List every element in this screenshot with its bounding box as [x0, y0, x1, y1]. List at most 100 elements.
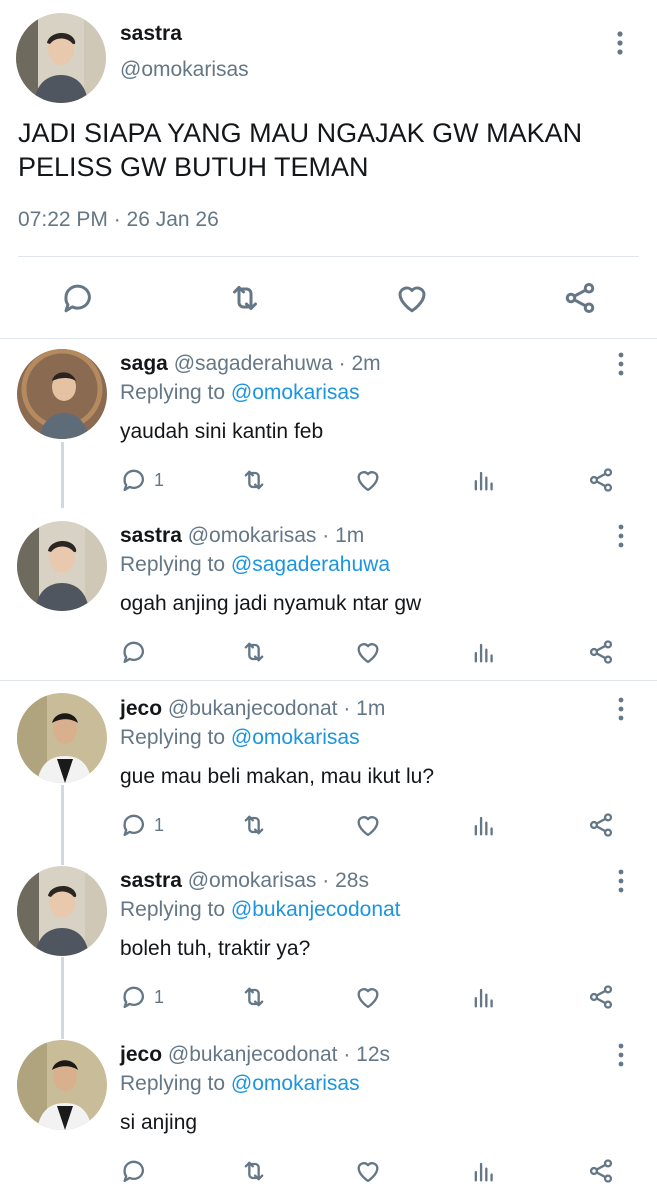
reply-text: boleh tuh, traktir ya?: [120, 937, 311, 960]
reply-text: gue mau beli makan, mau ikut lu?: [120, 765, 435, 788]
retweet-button[interactable]: [240, 1157, 268, 1185]
like-button[interactable]: [354, 638, 382, 666]
analytics-icon: [470, 1157, 498, 1185]
analytics-button[interactable]: [470, 638, 498, 666]
reply-tweet[interactable]: saga @sagaderahuwa · 2m Replying to @omo…: [0, 338, 657, 508]
reply-button[interactable]: 1: [120, 983, 164, 1011]
share-button[interactable]: [587, 811, 615, 839]
reply-header: saga @sagaderahuwa · 2m: [120, 352, 381, 376]
replying-to: Replying to @omokarisas: [120, 726, 360, 750]
more-options-icon[interactable]: [610, 522, 632, 550]
reply-icon: [120, 638, 148, 666]
tweet-timestamp: 07:22 PM · 26 Jan 26: [18, 208, 219, 231]
reply-count: 1: [154, 814, 165, 835]
avatar[interactable]: [17, 1040, 107, 1130]
more-options-icon[interactable]: [610, 1041, 632, 1069]
more-options-icon[interactable]: [610, 867, 632, 895]
analytics-button[interactable]: [470, 466, 498, 494]
analytics-button[interactable]: [470, 811, 498, 839]
reply-icon: [120, 811, 148, 839]
replying-to: Replying to @sagaderahuwa: [120, 553, 390, 577]
mention-link[interactable]: @bukanjecodonat: [231, 898, 401, 921]
author-name[interactable]: sastra: [120, 869, 182, 892]
retweet-icon: [240, 983, 268, 1011]
replying-prefix: Replying to: [120, 553, 231, 576]
replying-to: Replying to @bukanjecodonat: [120, 898, 401, 922]
like-icon: [354, 466, 382, 494]
reply-icon: [120, 1157, 148, 1185]
like-button[interactable]: [354, 811, 382, 839]
replying-to: Replying to @omokarisas: [120, 381, 360, 405]
reply-button[interactable]: [120, 638, 154, 666]
author-name[interactable]: sastra: [120, 524, 182, 547]
reply-count: 1: [154, 469, 165, 490]
author-meta: @omokarisas · 1m: [187, 524, 365, 547]
reply-tweet[interactable]: sastra @omokarisas · 1m Replying to @sag…: [0, 508, 657, 681]
share-button[interactable]: [587, 466, 615, 494]
retweet-button[interactable]: [240, 466, 268, 494]
share-icon[interactable]: [562, 280, 598, 316]
mention-link[interactable]: @omokarisas: [231, 726, 360, 749]
avatar[interactable]: [17, 521, 107, 611]
avatar[interactable]: [16, 13, 106, 103]
mention-link[interactable]: @omokarisas: [231, 1072, 360, 1095]
avatar[interactable]: [17, 693, 107, 783]
avatar[interactable]: [17, 349, 107, 439]
replying-prefix: Replying to: [120, 1072, 231, 1095]
author-name[interactable]: jeco: [120, 697, 162, 720]
reply-text: yaudah sini kantin feb: [120, 420, 324, 443]
analytics-icon: [470, 638, 498, 666]
mention-link[interactable]: @omokarisas: [231, 381, 360, 404]
analytics-icon: [470, 466, 498, 494]
analytics-button[interactable]: [470, 983, 498, 1011]
reply-button[interactable]: 1: [120, 811, 164, 839]
reply-tweet[interactable]: jeco @bukanjecodonat · 1m Replying to @o…: [0, 681, 657, 853]
retweet-button[interactable]: [240, 983, 268, 1011]
reply-button[interactable]: 1: [120, 466, 164, 494]
reply-button[interactable]: [120, 1157, 154, 1185]
share-icon: [587, 638, 615, 666]
share-icon: [587, 811, 615, 839]
replying-to: Replying to @omokarisas: [120, 1072, 360, 1096]
like-icon: [354, 638, 382, 666]
more-options-icon[interactable]: [610, 695, 632, 723]
retweet-button[interactable]: [240, 638, 268, 666]
thread-line: [61, 853, 64, 865]
share-icon: [587, 983, 615, 1011]
share-button[interactable]: [587, 1157, 615, 1185]
like-button[interactable]: [354, 1157, 382, 1185]
analytics-button[interactable]: [470, 1157, 498, 1185]
reply-count: 1: [154, 986, 165, 1007]
reply-icon[interactable]: [60, 280, 96, 316]
more-options-icon[interactable]: [610, 350, 632, 378]
share-icon: [587, 466, 615, 494]
author-name[interactable]: jeco: [120, 1043, 162, 1066]
retweet-icon: [240, 811, 268, 839]
avatar[interactable]: [17, 866, 107, 956]
like-button[interactable]: [354, 983, 382, 1011]
tweet-text-line: JADI SIAPA YANG MAU NGAJAK GW MAKAN: [18, 118, 583, 148]
author-name[interactable]: sastra: [120, 22, 182, 46]
retweet-icon[interactable]: [227, 280, 263, 316]
thread-line: [61, 957, 64, 1025]
avatar-image: [17, 521, 107, 611]
reply-header: sastra @omokarisas · 1m: [120, 524, 364, 548]
share-button[interactable]: [587, 638, 615, 666]
author-handle[interactable]: @omokarisas: [120, 58, 249, 82]
reply-tweet[interactable]: jeco @bukanjecodonat · 12s Replying to @…: [0, 1025, 657, 1200]
more-options-icon[interactable]: [608, 28, 632, 58]
share-button[interactable]: [587, 983, 615, 1011]
tweet-text-line: PELISS GW BUTUH TEMAN: [18, 152, 369, 182]
analytics-icon: [470, 983, 498, 1011]
mention-link[interactable]: @sagaderahuwa: [231, 553, 390, 576]
like-icon[interactable]: [394, 280, 430, 316]
retweet-button[interactable]: [240, 811, 268, 839]
like-button[interactable]: [354, 466, 382, 494]
divider: [18, 256, 639, 257]
author-meta: @omokarisas · 28s: [187, 869, 369, 892]
reply-header: jeco @bukanjecodonat · 1m: [120, 697, 385, 721]
thread-line: [61, 1025, 64, 1039]
author-name[interactable]: saga: [120, 352, 168, 375]
reply-tweet[interactable]: sastra @omokarisas · 28s Replying to @bu…: [0, 853, 657, 1025]
reply-icon: [120, 466, 148, 494]
